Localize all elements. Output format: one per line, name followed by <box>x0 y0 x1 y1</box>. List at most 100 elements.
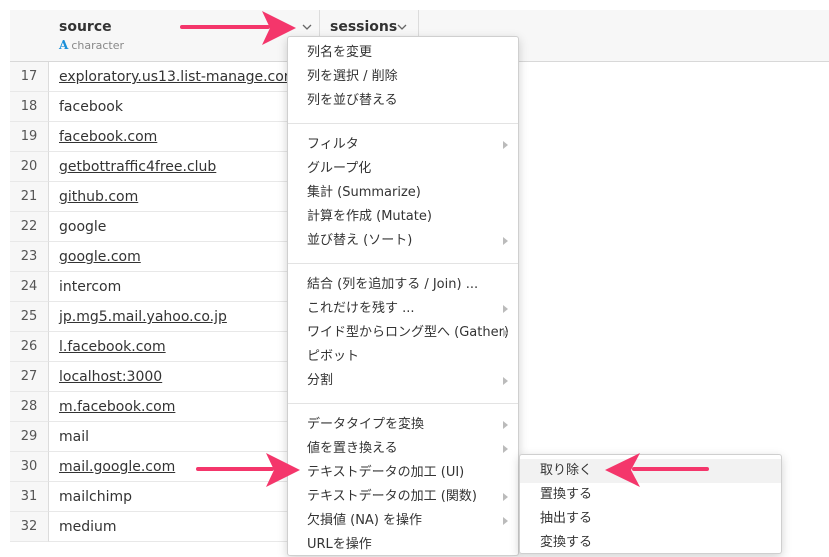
menu-item[interactable]: URLを操作 <box>288 533 518 557</box>
source-cell: facebook <box>49 92 320 122</box>
menu-item-label: 分割 <box>307 373 334 388</box>
row-index: 27 <box>10 362 49 392</box>
menu-item[interactable]: 並び替え (ソート) <box>288 229 518 253</box>
source-value: medium <box>59 519 117 535</box>
source-value: localhost:3000 <box>59 369 163 385</box>
menu-item-label: 欠損値 (NA) を操作 <box>307 513 423 528</box>
column-type: Acharacter <box>59 38 124 52</box>
menu-item-label: テキストデータの加工 (UI) <box>307 465 465 480</box>
menu-item-label: 列を並び替える <box>307 93 398 108</box>
source-value: m.facebook.com <box>59 399 176 415</box>
menu-item-label: 並び替え (ソート) <box>307 233 413 248</box>
submenu-arrow-icon <box>503 517 508 525</box>
submenu-item[interactable]: 変換する <box>520 531 781 555</box>
menu-item[interactable]: ピボット <box>288 345 518 369</box>
submenu-item[interactable]: 抽出する <box>520 507 781 531</box>
source-value: github.com <box>59 189 139 205</box>
menu-item-label: 列名を変更 <box>307 45 373 60</box>
menu-item-label: 列を選択 / 削除 <box>307 69 398 84</box>
source-value: mail <box>59 429 89 445</box>
submenu-item-label: 抽出する <box>540 511 593 526</box>
menu-item-label: ピボット <box>307 349 360 364</box>
menu-item[interactable]: 欠損値 (NA) を操作 <box>288 509 518 533</box>
source-cell[interactable]: getbottraffic4free.club <box>49 152 320 182</box>
row-index: 29 <box>10 422 49 452</box>
source-value: getbottraffic4free.club <box>59 159 217 175</box>
menu-item[interactable]: 列を選択 / 削除 <box>288 65 518 89</box>
text-processing-submenu: 取り除く置換する抽出する変換する <box>519 454 782 554</box>
row-index: 31 <box>10 482 49 512</box>
menu-item[interactable]: ワイド型からロング型へ (Gather) <box>288 321 518 345</box>
menu-item-label: これだけを残す ... <box>307 301 415 316</box>
menu-item[interactable]: 分割 <box>288 369 518 393</box>
submenu-item-label: 変換する <box>540 535 593 550</box>
source-cell: google <box>49 212 320 242</box>
menu-item[interactable]: これだけを残す ... <box>288 297 518 321</box>
column-header-source[interactable]: source Acharacter <box>49 10 320 62</box>
source-value: facebook.com <box>59 129 158 145</box>
row-index: 18 <box>10 92 49 122</box>
menu-item[interactable]: テキストデータの加工 (UI) <box>288 461 518 485</box>
source-value: google.com <box>59 249 141 265</box>
source-cell[interactable]: github.com <box>49 182 320 212</box>
submenu-item-label: 置換する <box>540 487 593 502</box>
column-name: sessions <box>330 19 398 35</box>
menu-item-label: URLを操作 <box>307 537 372 552</box>
menu-item[interactable]: 結合 (列を追加する / Join) ... <box>288 273 518 297</box>
menu-item[interactable]: データタイプを変換 <box>288 413 518 437</box>
source-value: exploratory.us13.list-manage.com <box>59 69 298 85</box>
source-value: facebook <box>59 99 123 115</box>
menu-item-label: 計算を作成 (Mutate) <box>307 209 432 224</box>
column-context-menu: 列名を変更列を選択 / 削除 列を並び替える フィルタグループ化集計 (Summar… <box>287 36 519 556</box>
submenu-arrow-icon <box>503 445 508 453</box>
submenu-arrow-icon <box>503 305 508 313</box>
menu-item[interactable]: 値を置き換える <box>288 437 518 461</box>
row-index: 26 <box>10 332 49 362</box>
submenu-arrow-icon <box>503 237 508 245</box>
menu-item-label: グループ化 <box>307 161 372 176</box>
chevron-down-icon[interactable] <box>300 20 314 34</box>
menu-item[interactable]: 計算を作成 (Mutate) <box>288 205 518 229</box>
menu-item-label: テキストデータの加工 (関数) <box>307 489 477 504</box>
menu-item-label: データタイプを変換 <box>307 417 425 432</box>
submenu-item[interactable]: 取り除く <box>520 459 781 483</box>
menu-item[interactable]: 列名を変更 <box>288 41 518 65</box>
source-value: l.facebook.com <box>59 339 166 355</box>
source-cell[interactable]: facebook.com <box>49 122 320 152</box>
menu-item[interactable]: テキストデータの加工 (関数) <box>288 485 518 509</box>
submenu-arrow-icon <box>503 377 508 385</box>
submenu-item-label: 取り除く <box>540 463 593 478</box>
source-value: mail.google.com <box>59 459 176 475</box>
menu-item[interactable]: 集計 (Summarize) <box>288 181 518 205</box>
row-index: 30 <box>10 452 49 482</box>
source-cell[interactable]: exploratory.us13.list-manage.com <box>49 62 320 92</box>
menu-item[interactable]: 列を並び替える <box>288 89 518 113</box>
menu-item[interactable]: グループ化 <box>288 157 518 181</box>
row-index: 25 <box>10 302 49 332</box>
row-index: 17 <box>10 62 49 92</box>
submenu-item[interactable]: 置換する <box>520 483 781 507</box>
source-cell[interactable]: m.facebook.com <box>49 392 320 422</box>
menu-separator <box>288 403 518 404</box>
submenu-arrow-icon <box>503 493 508 501</box>
source-cell[interactable]: jp.mg5.mail.yahoo.co.jp <box>49 302 320 332</box>
source-cell[interactable]: google.com <box>49 242 320 272</box>
menu-item-label: 集計 (Summarize) <box>307 185 421 200</box>
submenu-arrow-icon <box>503 141 508 149</box>
source-cell[interactable]: localhost:3000 <box>49 362 320 392</box>
source-cell[interactable]: mail.google.com <box>49 452 320 482</box>
chevron-down-icon[interactable] <box>395 20 409 34</box>
row-index: 22 <box>10 212 49 242</box>
menu-item-label: フィルタ <box>307 137 359 152</box>
source-cell[interactable]: l.facebook.com <box>49 332 320 362</box>
menu-item-label: ワイド型からロング型へ (Gather) <box>307 325 509 340</box>
source-cell: intercom <box>49 272 320 302</box>
menu-item-label: 値を置き換える <box>307 441 398 456</box>
row-index: 20 <box>10 152 49 182</box>
submenu-arrow-icon <box>503 421 508 429</box>
row-index-header <box>10 10 50 62</box>
submenu-arrow-icon <box>503 329 508 337</box>
menu-item[interactable]: フィルタ <box>288 133 518 157</box>
source-value: mailchimp <box>59 489 132 505</box>
column-name: source <box>59 19 112 35</box>
